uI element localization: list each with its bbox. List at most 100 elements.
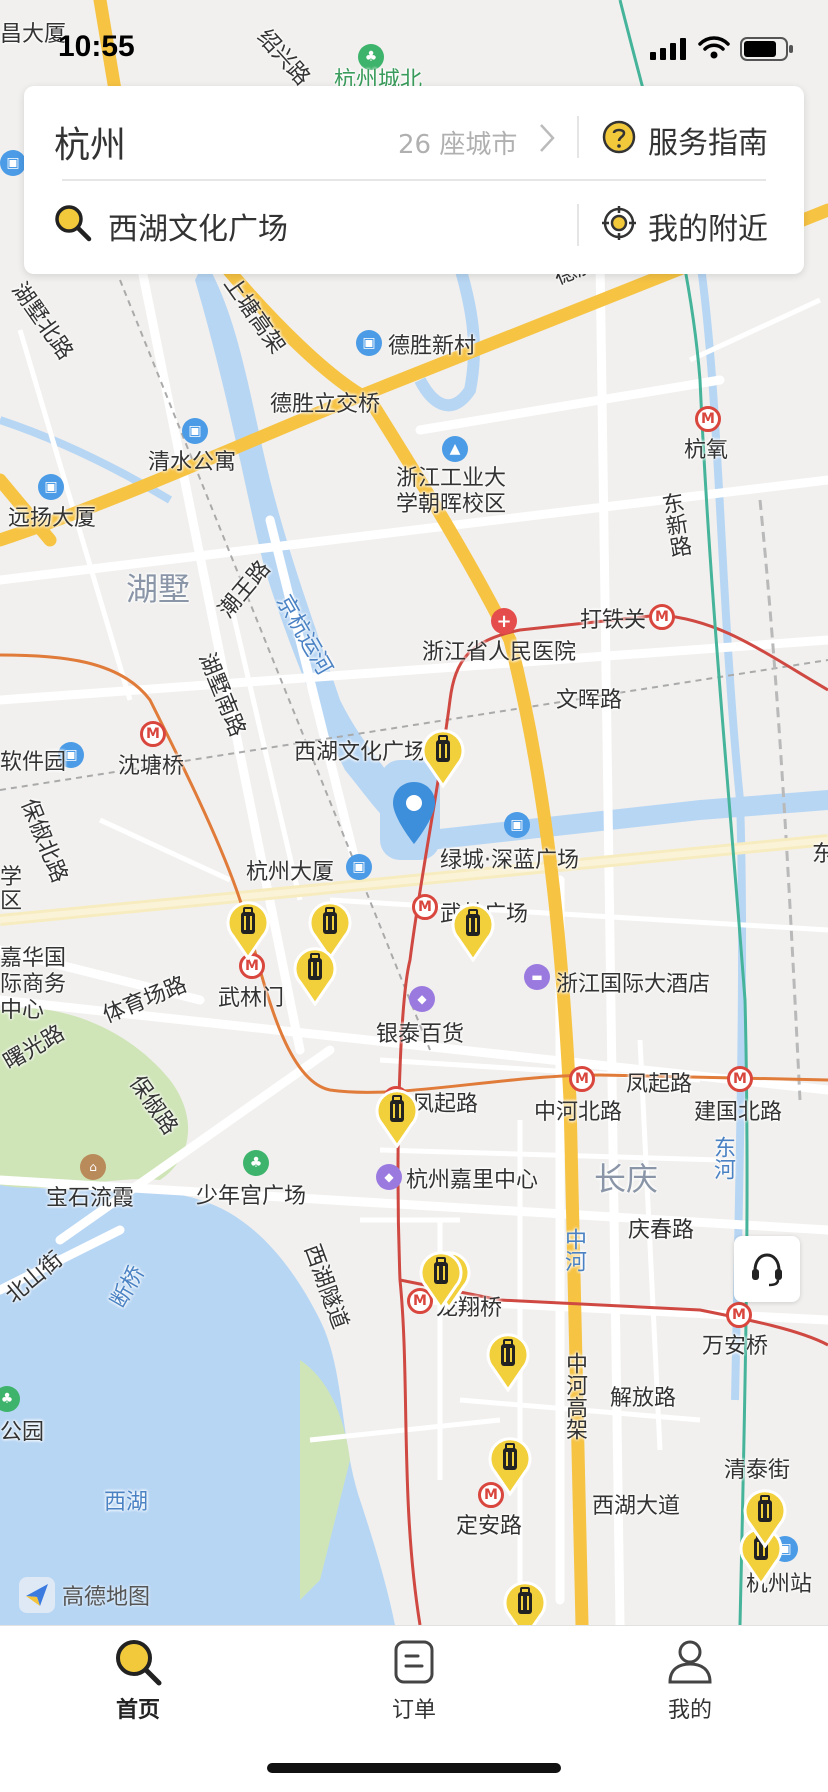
divider — [577, 116, 579, 158]
luggage-storage-pin-icon[interactable] — [502, 1580, 548, 1625]
building-icon: ▣ — [346, 854, 372, 880]
map-label: 解放路 — [610, 1386, 677, 1411]
map-label: 中河高架 — [562, 1352, 587, 1440]
map-label: 东河 — [710, 1136, 735, 1180]
metro-station-icon: M — [695, 406, 721, 432]
metro-station-icon: M — [726, 1302, 752, 1328]
map-label: 沈塘桥 — [118, 754, 185, 779]
service-guide-button[interactable]: 服务指南 — [648, 118, 768, 162]
search-card: 杭州 26 座城市 服务指南 西湖文化广场 我的附近 — [24, 86, 804, 274]
app-screen: ♣ ▣ ▣ ▲ ▣ + ▣ ▣ ▣ ▬ ◆ ◆ ⌂ ♣ ♣ ▣ ▣ M M M … — [0, 0, 828, 1792]
headset-icon — [752, 1253, 782, 1287]
luggage-storage-pin-icon[interactable] — [418, 1250, 464, 1310]
map-label: 少年宫广场 — [196, 1184, 307, 1209]
shopping-icon: ◆ — [376, 1164, 402, 1190]
luggage-storage-pin-icon[interactable] — [450, 902, 496, 962]
map-label: 定安路 — [456, 1514, 523, 1539]
map-label: 西湖文化广场 — [294, 740, 427, 765]
map-label: 武林门 — [218, 986, 285, 1011]
map-label: 打铁关 — [580, 608, 647, 633]
tab-home[interactable]: 首页 — [68, 1636, 208, 1724]
cellular-signal-icon — [650, 38, 686, 60]
luggage-storage-pin-icon[interactable] — [485, 1332, 531, 1392]
map-label: 浙江省人民医院 — [422, 640, 577, 665]
map-label: 湖墅 — [126, 570, 191, 608]
tab-label: 我的 — [667, 1698, 712, 1723]
luggage-storage-pin-icon[interactable] — [374, 1088, 420, 1148]
home-search-icon — [116, 1640, 162, 1686]
metro-station-icon: M — [569, 1066, 595, 1092]
status-time: 10:55 — [58, 30, 135, 63]
home-indicator — [267, 1763, 561, 1773]
map-label: 远扬大厦 — [8, 506, 97, 531]
map-label: 公园 — [0, 1420, 45, 1445]
battery-icon — [740, 37, 793, 61]
metro-station-icon: M — [727, 1066, 753, 1092]
tab-orders[interactable]: 订单 — [344, 1636, 484, 1724]
map-label: 东 — [812, 842, 828, 867]
nearby-button[interactable]: 我的附近 — [648, 204, 768, 248]
city-name[interactable]: 杭州 — [54, 116, 126, 168]
map-label: 长庆 — [594, 1160, 659, 1198]
map-label: 凤起路 — [626, 1072, 693, 1097]
map-label: 杭氧 — [684, 438, 729, 463]
metro-station-icon: M — [140, 721, 166, 747]
wifi-icon — [698, 36, 730, 59]
map-label: 软件园 — [0, 750, 67, 775]
search-icon — [55, 205, 92, 242]
divider — [62, 179, 766, 181]
map-label: 杭州大厦 — [246, 860, 335, 885]
location-pin-icon[interactable] — [390, 780, 438, 846]
luggage-storage-pin-icon[interactable] — [742, 1488, 788, 1548]
map-label: 杭州嘉里中心 — [406, 1168, 539, 1193]
map-label: 西湖大道 — [592, 1494, 681, 1519]
map-label: 银泰百货 — [376, 1022, 465, 1047]
map-label: 学区 — [0, 865, 23, 914]
building-icon: ▣ — [504, 812, 530, 838]
building-icon: ▣ — [356, 330, 382, 356]
divider — [577, 204, 579, 246]
building-icon: ▣ — [38, 474, 64, 500]
luggage-storage-pin-icon[interactable] — [225, 900, 271, 960]
person-icon — [668, 1640, 712, 1684]
map-brand-label: 高德地图 — [62, 1585, 151, 1610]
map-label: 西湖 — [104, 1490, 149, 1515]
landmark-icon: ⌂ — [80, 1154, 106, 1180]
status-bar: 10:55 — [0, 0, 828, 90]
metro-station-icon: M — [412, 894, 438, 920]
customer-service-button[interactable] — [734, 1236, 800, 1302]
luggage-storage-pin-icon[interactable] — [292, 946, 338, 1006]
map-label: 德胜立交桥 — [270, 392, 381, 417]
building-icon: ▣ — [182, 418, 208, 444]
map-label: 庆春路 — [628, 1218, 695, 1243]
map-label: 文晖路 — [556, 688, 623, 713]
tab-profile[interactable]: 我的 — [620, 1636, 760, 1724]
city-count[interactable]: 26 座城市 — [398, 124, 517, 161]
chevron-right-icon[interactable] — [538, 122, 556, 154]
amap-logo-icon — [19, 1577, 55, 1613]
help-icon[interactable] — [602, 120, 636, 154]
luggage-storage-pin-icon[interactable] — [487, 1436, 533, 1496]
map-label: 浙江工业大学朝晖校区 — [396, 466, 507, 517]
school-icon: ▲ — [442, 436, 468, 462]
map-label: 浙江国际大酒店 — [556, 972, 711, 997]
map-label: 清泰街 — [724, 1458, 791, 1483]
hospital-icon: + — [491, 608, 517, 634]
map-label: 清水公寓 — [148, 450, 237, 475]
luggage-storage-pin-icon[interactable] — [420, 728, 466, 788]
tab-label: 首页 — [115, 1698, 160, 1723]
shopping-icon: ◆ — [409, 986, 435, 1012]
building-icon: ▣ — [0, 150, 26, 176]
map-label: 宝石流霞 — [46, 1186, 135, 1211]
map-brand: 高德地图 — [18, 1576, 150, 1614]
tab-label: 订单 — [391, 1698, 436, 1723]
metro-station-icon: M — [649, 604, 675, 630]
search-input[interactable]: 西湖文化广场 — [108, 204, 288, 248]
locate-nearby-icon[interactable] — [602, 206, 636, 240]
map-label: 凤起路 — [412, 1092, 479, 1117]
map-label: 中河北路 — [534, 1100, 623, 1125]
park-icon: ♣ — [243, 1150, 269, 1176]
map-label: 中河 — [561, 1228, 586, 1272]
orders-icon — [394, 1640, 434, 1684]
map-label: 嘉华国际商务中心 — [0, 946, 67, 1023]
